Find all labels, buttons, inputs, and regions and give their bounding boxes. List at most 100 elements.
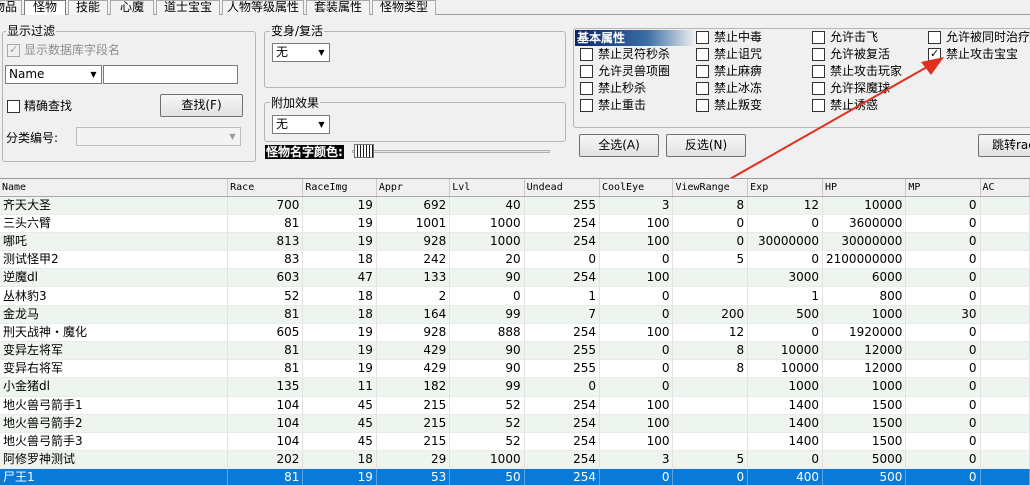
table-cell[interactable]: 18 xyxy=(302,286,377,306)
table-cell[interactable]: 三头六臂 xyxy=(0,214,229,233)
table-cell[interactable]: 测试怪甲2 xyxy=(0,250,229,270)
table-cell[interactable]: 81 xyxy=(227,341,304,361)
table-cell[interactable] xyxy=(980,214,1030,233)
table-cell[interactable] xyxy=(672,396,749,415)
table-cell[interactable]: 20 xyxy=(449,250,525,270)
column-header[interactable]: ViewRange xyxy=(672,179,749,197)
checkbox-no-heavy-hit[interactable] xyxy=(580,99,593,112)
table-cell[interactable]: 12 xyxy=(672,323,749,343)
table-cell[interactable]: 7 xyxy=(524,305,600,324)
monster-table[interactable]: Name Race RaceImg Appr Lvl Undead CoolEye ViewR… xyxy=(0,178,1030,485)
table-cell[interactable]: 255 xyxy=(524,341,600,361)
table-cell[interactable]: 1000 xyxy=(449,450,525,470)
jump-button[interactable]: 跳转rac xyxy=(978,134,1030,157)
checkbox-no-paralysis[interactable] xyxy=(696,65,709,78)
checkbox-allow-revive[interactable] xyxy=(812,48,825,61)
table-cell[interactable]: 0 xyxy=(905,323,981,343)
table-cell[interactable]: 19 xyxy=(302,341,377,361)
table-cell[interactable]: 10000 xyxy=(747,359,824,379)
table-cell[interactable]: 地火兽弓箭手1 xyxy=(0,396,229,415)
table-cell[interactable]: 0 xyxy=(449,286,525,306)
table-cell[interactable]: 0 xyxy=(599,377,674,397)
table-cell[interactable]: 1000 xyxy=(449,214,525,233)
table-cell[interactable]: 逆魔dl xyxy=(0,268,229,288)
table-cell[interactable]: 400 xyxy=(747,468,824,485)
table-cell[interactable]: 3 xyxy=(599,196,674,215)
table-cell[interactable]: 254 xyxy=(524,450,600,470)
table-cell[interactable]: 52 xyxy=(449,432,525,452)
table-cell[interactable]: 254 xyxy=(524,396,600,415)
table-row[interactable]: 哪吒 813 19 928 1000 254 100 0 30000000 30000000 0 xyxy=(0,232,1030,252)
table-cell[interactable]: 81 xyxy=(227,359,304,379)
column-header[interactable]: RaceImg xyxy=(302,179,377,197)
table-cell[interactable]: 8 xyxy=(672,359,749,379)
table-cell[interactable] xyxy=(980,305,1030,324)
category-select[interactable]: ▼ xyxy=(76,127,241,146)
table-cell[interactable]: 齐天大圣 xyxy=(0,196,229,215)
column-header[interactable]: MP xyxy=(905,179,981,197)
table-cell[interactable]: 0 xyxy=(672,468,749,485)
table-cell[interactable]: 45 xyxy=(302,396,377,415)
table-row[interactable]: 齐天大圣 700 19 692 40 255 3 8 12 10000 0 xyxy=(0,196,1030,215)
column-header[interactable]: Undead xyxy=(524,179,600,197)
table-cell[interactable]: 0 xyxy=(599,286,674,306)
column-header[interactable]: Appr xyxy=(376,179,451,197)
table-row[interactable]: 丛林豹3 52 18 2 0 1 0 1 800 0 xyxy=(0,286,1030,306)
table-cell[interactable]: 1000 xyxy=(449,232,525,252)
table-cell[interactable]: 500 xyxy=(747,305,824,324)
table-cell[interactable]: 30000000 xyxy=(822,232,907,252)
table-cell[interactable]: 200 xyxy=(672,305,749,324)
table-cell[interactable] xyxy=(980,341,1030,361)
table-cell[interactable]: 255 xyxy=(524,196,600,215)
column-header[interactable]: CoolEye xyxy=(599,179,674,197)
table-cell[interactable]: 90 xyxy=(449,359,525,379)
show-field-names-checkbox[interactable] xyxy=(7,43,20,57)
table-cell[interactable]: 1400 xyxy=(747,414,824,433)
table-cell[interactable]: 0 xyxy=(905,268,981,288)
table-row[interactable]: 变异右将军 81 19 429 90 255 0 8 10000 12000 0 xyxy=(0,359,1030,379)
tab-monsters[interactable]: 怪物 xyxy=(24,0,66,15)
table-cell[interactable]: 0 xyxy=(905,377,981,397)
table-cell[interactable]: 242 xyxy=(376,250,451,270)
table-cell[interactable]: 254 xyxy=(524,432,600,452)
table-cell[interactable]: 1400 xyxy=(747,432,824,452)
table-cell[interactable]: 0 xyxy=(905,450,981,470)
table-cell[interactable]: 100 xyxy=(599,414,674,433)
table-cell[interactable] xyxy=(672,377,749,397)
checkbox-no-attack-player[interactable] xyxy=(812,65,825,78)
table-cell[interactable]: 1500 xyxy=(822,414,907,433)
name-color-slider-thumb[interactable] xyxy=(354,144,374,158)
table-cell[interactable]: 0 xyxy=(524,250,600,270)
checkbox-no-poison[interactable] xyxy=(696,31,709,44)
table-cell[interactable]: 100 xyxy=(599,268,674,288)
table-cell[interactable]: 1920000 xyxy=(822,323,907,343)
table-cell[interactable] xyxy=(980,396,1030,415)
table-cell[interactable] xyxy=(980,268,1030,288)
table-cell[interactable]: 0 xyxy=(599,305,674,324)
checkbox-allow-group-heal[interactable] xyxy=(928,31,941,44)
checkbox-no-talisman-kill[interactable] xyxy=(580,48,593,61)
exact-search-checkbox[interactable] xyxy=(7,100,20,113)
table-cell[interactable] xyxy=(980,377,1030,397)
table-cell[interactable]: 2100000000 xyxy=(822,250,907,270)
table-row[interactable]: 地火兽弓箭手2 104 45 215 52 254 100 1400 1500 0 xyxy=(0,414,1030,433)
table-cell[interactable] xyxy=(672,268,749,288)
table-cell[interactable]: 地火兽弓箭手2 xyxy=(0,414,229,433)
tab-monster-types[interactable]: 怪物类型 xyxy=(372,0,436,15)
table-cell[interactable]: 1400 xyxy=(747,396,824,415)
tab-taoist-pets[interactable]: 道士宝宝 xyxy=(156,0,220,15)
table-cell[interactable]: 40 xyxy=(449,196,525,215)
table-cell[interactable]: 18 xyxy=(302,305,377,324)
table-cell[interactable] xyxy=(672,414,749,433)
table-cell[interactable]: 99 xyxy=(449,305,525,324)
table-cell[interactable]: 1 xyxy=(747,286,824,306)
table-cell[interactable]: 100 xyxy=(599,432,674,452)
table-row[interactable]: 刑天战神・魔化 605 19 928 888 254 100 12 0 1920000 0 xyxy=(0,323,1030,343)
name-color-slider-track[interactable] xyxy=(352,150,550,153)
table-cell[interactable]: 2 xyxy=(376,286,451,306)
table-cell[interactable]: 小金猪dl xyxy=(0,377,229,397)
table-cell[interactable]: 254 xyxy=(524,214,600,233)
table-cell[interactable]: 100 xyxy=(599,323,674,343)
transform-select[interactable]: 无 ▼ xyxy=(272,43,330,62)
table-cell[interactable] xyxy=(980,323,1030,343)
